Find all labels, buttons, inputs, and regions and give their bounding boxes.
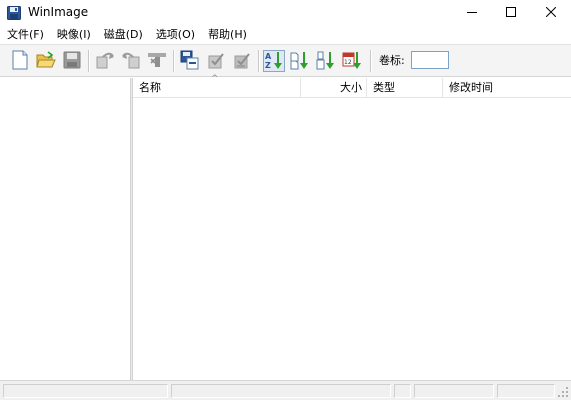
toolbar-separator [173, 50, 175, 72]
delete-icon [147, 51, 167, 72]
write-disk-button[interactable] [205, 50, 227, 72]
sort-by-size-button[interactable] [315, 50, 337, 72]
winimage-window: WinImage 文件(F) 映像(I) 磁盘(D) 选项(O) 帮助(H) A… [0, 0, 571, 400]
file-list-pane[interactable]: 名称 ^ 大小 类型 修改时间 [133, 74, 571, 380]
close-button[interactable] [533, 0, 569, 26]
extract-button[interactable] [94, 50, 116, 72]
floppy-disk-icon [7, 6, 21, 20]
sort-by-date-icon: 12 [342, 50, 362, 73]
status-pane [394, 384, 411, 398]
open-folder-icon [36, 50, 56, 72]
status-pane [497, 384, 555, 398]
column-header-size[interactable]: 大小 [301, 78, 367, 98]
maximize-icon [506, 6, 516, 20]
svg-text:12: 12 [344, 59, 352, 66]
read-disk-icon [180, 50, 200, 73]
inject-icon [121, 51, 141, 72]
volume-label: 卷标: [379, 54, 405, 67]
status-pane [171, 384, 391, 398]
read-disk-button[interactable] [179, 50, 201, 72]
svg-text:Z: Z [265, 61, 271, 70]
format-write-button[interactable] [231, 50, 253, 72]
toolbar-separator [258, 50, 260, 72]
column-name-label: 名称 [139, 81, 161, 94]
menu-image[interactable]: 映像(I) [50, 26, 97, 44]
sort-ascending-icon: ^ [211, 74, 219, 84]
status-pane [414, 384, 494, 398]
menu-options[interactable]: 选项(O) [149, 26, 201, 44]
open-button[interactable] [35, 50, 57, 72]
menu-bar: 文件(F) 映像(I) 磁盘(D) 选项(O) 帮助(H) [0, 26, 571, 44]
extract-icon [95, 51, 115, 72]
folder-tree-pane[interactable] [0, 78, 130, 380]
title-bar[interactable]: WinImage [0, 0, 571, 26]
new-image-button[interactable] [9, 50, 31, 72]
minimize-icon [467, 7, 477, 20]
column-header-modified[interactable]: 修改时间 [443, 78, 571, 98]
sort-by-size-icon [316, 50, 336, 73]
sort-by-type-button[interactable] [289, 50, 311, 72]
sort-by-name-icon: A Z [264, 50, 284, 73]
column-modified-label: 修改时间 [449, 81, 493, 94]
column-size-label: 大小 [340, 81, 362, 94]
format-write-icon [232, 51, 252, 72]
list-header: 名称 ^ 大小 类型 修改时间 [133, 74, 571, 98]
svg-text:A: A [265, 52, 272, 61]
close-icon [545, 6, 557, 20]
column-type-label: 类型 [373, 81, 395, 94]
inject-button[interactable] [120, 50, 142, 72]
sort-by-date-button[interactable]: 12 [341, 50, 363, 72]
column-header-name[interactable]: 名称 ^ [133, 74, 301, 98]
toolbar-separator [370, 50, 372, 72]
sort-by-name-button[interactable]: A Z [263, 50, 285, 72]
sort-by-type-icon [290, 50, 310, 73]
minimize-button[interactable] [454, 0, 490, 26]
new-file-icon [11, 50, 29, 73]
delete-button[interactable] [146, 50, 168, 72]
menu-file[interactable]: 文件(F) [0, 26, 50, 44]
maximize-button[interactable] [493, 0, 529, 26]
column-header-type[interactable]: 类型 [367, 78, 443, 98]
write-disk-icon [206, 51, 226, 72]
toolbar: A Z 12 卷标: [0, 44, 571, 77]
status-bar [0, 380, 571, 400]
menu-help[interactable]: 帮助(H) [201, 26, 253, 44]
status-pane [3, 384, 168, 398]
menu-disk[interactable]: 磁盘(D) [97, 26, 149, 44]
resize-grip-icon[interactable] [558, 387, 568, 397]
toolbar-separator [88, 50, 90, 72]
save-icon [63, 51, 81, 72]
window-title: WinImage [28, 5, 89, 19]
save-button[interactable] [61, 50, 83, 72]
volume-label-input[interactable] [411, 51, 449, 69]
